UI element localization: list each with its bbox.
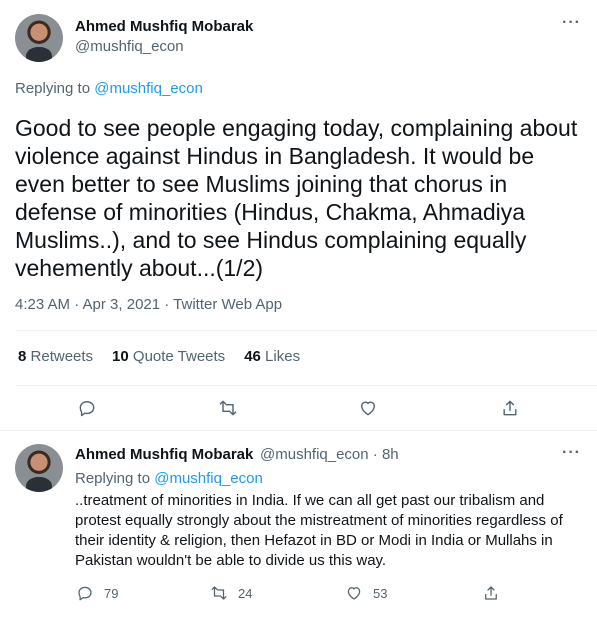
tweet-timestamp[interactable]: 4:23 AM · Apr 3, 2021 · Twitter Web App: [15, 296, 282, 313]
author-name[interactable]: Ahmed Mushfiq Mobarak: [75, 18, 253, 35]
reply-button[interactable]: [76, 397, 98, 419]
replying-to: Replying to @mushfiq_econ: [75, 470, 263, 487]
replying-prefix: Replying to: [15, 80, 91, 97]
replying-to: Replying to @mushfiq_econ: [15, 80, 203, 97]
reply-icon: [79, 401, 95, 417]
divider: [15, 330, 597, 331]
reply-icon: [78, 586, 92, 601]
reply-button[interactable]: 79: [76, 584, 118, 602]
more-horizontal-icon[interactable]: ···: [562, 444, 581, 462]
reply-tweet-text: ..treatment of minorities in India. If w…: [75, 492, 563, 569]
share-icon: [503, 400, 517, 416]
quote-tweets-stat[interactable]: 10 Quote Tweets: [112, 348, 225, 365]
retweet-icon: [219, 400, 237, 416]
tweet-text: Good to see people engaging today, compl…: [15, 115, 578, 281]
more-horizontal-icon[interactable]: ···: [562, 14, 581, 32]
share-button[interactable]: [499, 397, 521, 419]
retweet-button[interactable]: 24: [210, 584, 252, 602]
retweets-stat[interactable]: 8 Retweets: [18, 348, 93, 365]
divider: [15, 385, 597, 386]
retweet-icon: [211, 586, 227, 600]
share-button[interactable]: [482, 584, 500, 602]
like-button[interactable]: 53: [345, 584, 387, 602]
heart-icon: [347, 587, 361, 600]
author-handle[interactable]: @mushfiq_econ: [75, 38, 184, 55]
reply-author-name[interactable]: Ahmed Mushfiq Mobarak: [75, 446, 253, 463]
retweet-button[interactable]: [217, 397, 239, 419]
replying-mention-link[interactable]: @mushfiq_econ: [154, 470, 263, 487]
replying-prefix: Replying to: [75, 470, 151, 487]
like-button[interactable]: [357, 397, 379, 419]
avatar[interactable]: [15, 444, 63, 492]
reply-count: 79: [104, 585, 119, 601]
share-icon: [485, 586, 497, 600]
tweet-stats: 8 Retweets 10 Quote Tweets 46 Likes: [18, 348, 300, 365]
like-count: 53: [373, 585, 388, 601]
reply-author-handle[interactable]: @mushfiq_econ · 8h: [260, 446, 399, 463]
divider: [0, 430, 597, 431]
replying-mention-link[interactable]: @mushfiq_econ: [94, 80, 203, 97]
likes-stat[interactable]: 46 Likes: [244, 348, 300, 365]
avatar[interactable]: [15, 14, 63, 62]
retweet-count: 24: [238, 585, 253, 601]
heart-icon: [361, 401, 375, 416]
